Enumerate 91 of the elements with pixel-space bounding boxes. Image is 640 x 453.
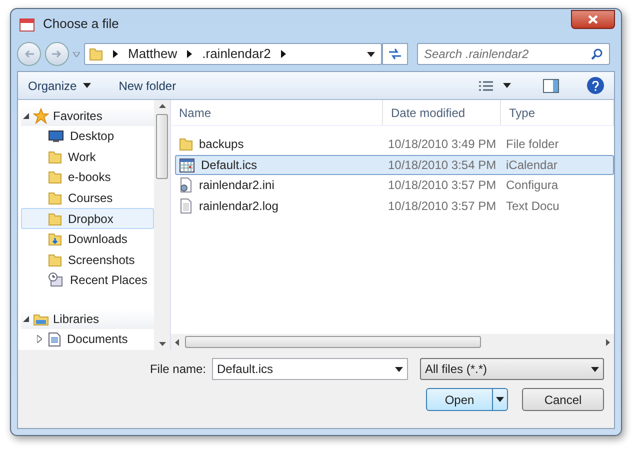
- nav-item[interactable]: Recent Places: [21, 270, 154, 291]
- column-header[interactable]: Name: [171, 100, 383, 125]
- arrow-left-icon: [24, 50, 34, 58]
- date-modified: 10/18/2010 3:49 PM: [387, 136, 498, 154]
- nav-item[interactable]: Screenshots: [21, 250, 154, 270]
- monitor-icon: [48, 129, 64, 144]
- folder-icon: [48, 191, 62, 206]
- vertical-scrollbar[interactable]: [154, 100, 170, 350]
- help-icon: [592, 80, 599, 90]
- scroll-left-icon: [175, 338, 179, 346]
- file-row[interactable]: Default.ics 10/18/2010 3:54 PM iCalendar: [175, 154, 614, 175]
- date-modified: 10/18/2010 3:57 PM: [387, 177, 498, 194]
- folder-icon: [48, 212, 62, 226]
- dropdown-arrow-icon: [503, 83, 511, 88]
- expand-arrow-icon[interactable]: [37, 335, 42, 344]
- dialog-button[interactable]: Cancel: [522, 388, 604, 411]
- horizontal-scrollbar[interactable]: [171, 334, 614, 350]
- close-icon: [588, 14, 598, 24]
- nav-item[interactable]: Documents: [21, 328, 154, 350]
- nav-item[interactable]: Dropbox: [21, 208, 154, 229]
- document-icon: [48, 332, 61, 347]
- scroll-up-icon: [158, 104, 166, 108]
- file-name-field[interactable]: Default.ics: [212, 358, 408, 380]
- nav-item[interactable]: Courses: [21, 188, 154, 208]
- dropdown-arrow-icon: [395, 366, 403, 372]
- scroll-right-icon: [606, 338, 610, 346]
- close-button[interactable]: [571, 10, 615, 28]
- dropdown-arrow-icon: [367, 52, 375, 56]
- column-header[interactable]: Date modified: [383, 100, 501, 125]
- file-name: backups: [199, 136, 244, 154]
- calendar-app-icon: [19, 16, 35, 32]
- recent-places-icon: [48, 272, 64, 288]
- dropdown-arrow-icon: [591, 366, 599, 372]
- toolbar-button[interactable]: Organize: [28, 76, 91, 94]
- nav-item[interactable]: Desktop: [21, 126, 154, 147]
- dropdown-arrow-icon: [496, 397, 504, 402]
- folder-download-icon: [48, 232, 62, 246]
- breadcrumb-item[interactable]: .rainlendar2: [202, 44, 271, 64]
- recent-pages-arrow-icon: [73, 52, 80, 56]
- search-input[interactable]: Search .rainlendar2: [424, 45, 591, 63]
- file-type: Text Docu: [505, 198, 560, 215]
- breadcrumb-item[interactable]: Matthew: [128, 44, 178, 64]
- address-bar[interactable]: Matthew .rainlendar2: [84, 43, 382, 65]
- star-icon: [33, 108, 49, 124]
- list-view-icon: [479, 80, 493, 92]
- scroll-thumb[interactable]: [185, 336, 481, 348]
- folder-icon: [179, 137, 193, 152]
- file-row[interactable]: rainlendar2.ini 10/18/2010 3:57 PM Configura: [175, 175, 614, 196]
- scroll-thumb[interactable]: [156, 114, 168, 179]
- dialog-button[interactable]: Open: [426, 388, 508, 411]
- file-type: iCalendar: [505, 156, 558, 174]
- settings-file-icon: [179, 177, 193, 194]
- file-name: rainlendar2.log: [199, 198, 278, 215]
- date-modified: 10/18/2010 3:54 PM: [387, 156, 498, 174]
- expand-arrow-icon[interactable]: [23, 113, 29, 119]
- text-file-icon: [179, 198, 193, 214]
- expand-arrow-icon[interactable]: [23, 316, 29, 322]
- search-icon: [591, 48, 603, 60]
- help-button[interactable]: [587, 77, 604, 94]
- file-row[interactable]: backups 10/18/2010 3:49 PM File folder: [175, 134, 614, 154]
- toolbar-button[interactable]: New folder: [118, 76, 176, 94]
- folder-icon: [48, 170, 62, 184]
- folder-icon: [48, 252, 62, 267]
- dropdown-arrow-icon: [82, 83, 91, 88]
- calendar-icon: [179, 156, 195, 173]
- column-header[interactable]: Type: [501, 100, 614, 125]
- file-name: Default.ics: [201, 156, 258, 174]
- search-field[interactable]: Search .rainlendar2: [417, 43, 610, 65]
- file-name-label: File name:: [150, 361, 206, 378]
- file-name: rainlendar2.ini: [199, 177, 274, 194]
- arrow-right-icon: [52, 50, 62, 58]
- nav-item[interactable]: Work: [21, 146, 154, 168]
- scroll-down-icon: [158, 342, 166, 346]
- file-row[interactable]: rainlendar2.log 10/18/2010 3:57 PM Text Docu: [175, 196, 614, 216]
- file-type: Configura: [505, 177, 558, 194]
- refresh-arrows-icon: [388, 48, 402, 60]
- folder-icon: [48, 150, 62, 164]
- preview-pane-button[interactable]: [543, 78, 559, 92]
- refresh-button[interactable]: [382, 43, 408, 65]
- file-type: File folder: [505, 136, 559, 154]
- chevron-right-icon: [280, 50, 286, 58]
- file-type-dropdown[interactable]: All files (*.*): [420, 358, 604, 380]
- nav-item[interactable]: Downloads: [21, 228, 154, 250]
- library-icon: [33, 312, 49, 326]
- view-options-button[interactable]: [479, 80, 511, 92]
- chevron-right-icon: [113, 50, 118, 58]
- chevron-right-icon: [187, 50, 192, 58]
- nav-item[interactable]: e-books: [21, 167, 154, 188]
- date-modified: 10/18/2010 3:57 PM: [387, 198, 498, 215]
- window-title: Choose a file: [43, 15, 119, 34]
- folder-icon: [89, 47, 103, 61]
